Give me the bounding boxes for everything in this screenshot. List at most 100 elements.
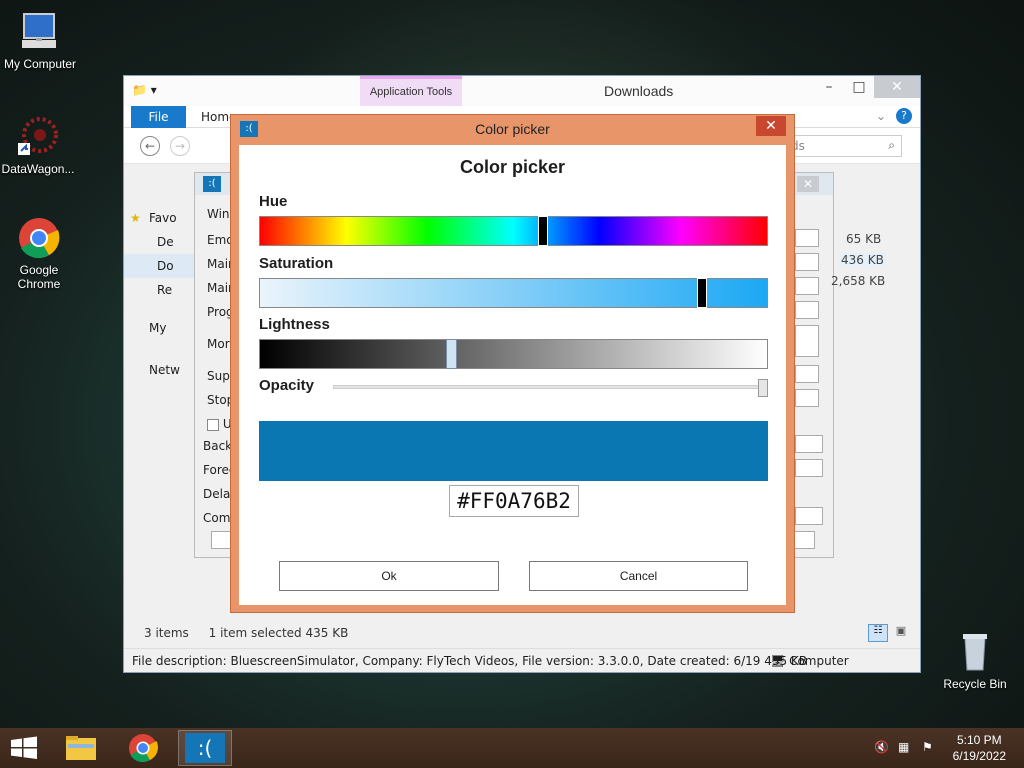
inner-checkbox-row[interactable]: U	[207, 417, 232, 431]
status-selection: 1 item selected 435 KB	[208, 626, 349, 640]
sidebar-label: Favo	[149, 211, 177, 225]
file-size: 2,658 KB	[831, 274, 886, 288]
tab-file[interactable]: File	[131, 106, 186, 128]
sidebar-item-recent[interactable]: Re	[124, 278, 194, 302]
windows-logo-icon	[11, 736, 37, 759]
inner-field[interactable]	[795, 435, 823, 453]
opacity-label: Opacity	[259, 377, 315, 394]
lightness-label: Lightness	[259, 316, 330, 333]
help-icon[interactable]: ?	[896, 108, 912, 124]
quick-access-icon[interactable]: 📁 ▾	[132, 83, 157, 97]
computer-icon	[18, 10, 62, 54]
star-icon: ★	[130, 211, 141, 225]
hue-label: Hue	[259, 193, 288, 210]
dialog-title: Color picker	[475, 121, 550, 137]
action-center-icon[interactable]: ⚑	[922, 740, 938, 756]
inner-close-icon[interactable]: ✕	[797, 176, 819, 192]
cancel-button[interactable]: Cancel	[529, 561, 748, 591]
checkbox[interactable]	[207, 418, 219, 431]
saturation-slider[interactable]	[259, 278, 768, 308]
inner-field[interactable]	[795, 365, 819, 383]
inner-field[interactable]	[795, 229, 819, 247]
close-icon[interactable]: ✕	[874, 76, 920, 98]
desktop-icon-my-computer[interactable]: My Computer	[0, 10, 80, 71]
sidebar-item-downloads[interactable]: Do	[124, 254, 194, 278]
desktop-icon-label: DataWagon...	[1, 162, 75, 176]
chrome-icon	[17, 216, 61, 260]
taskbar-bluescreen-simulator[interactable]: :(	[178, 730, 232, 766]
inner-field[interactable]	[795, 325, 819, 357]
clock-date: 6/19/2022	[952, 749, 1006, 763]
forward-icon[interactable]: →	[170, 136, 190, 156]
inner-field[interactable]	[795, 253, 819, 271]
explorer-title: Downloads	[604, 83, 674, 99]
explorer-titlebar: 📁 ▾ Application Tools Downloads – □ ✕	[124, 76, 920, 106]
chevron-down-icon[interactable]: ⌄	[876, 109, 886, 123]
taskbar-chrome[interactable]	[116, 730, 170, 766]
details-view-icon[interactable]: ☷	[868, 624, 888, 642]
datawagon-icon	[16, 115, 60, 159]
desktop-icon-google-chrome[interactable]: Google Chrome	[0, 216, 79, 291]
sidebar-label: De	[157, 235, 174, 249]
status-bar: 3 items 1 item selected 435 KB	[144, 626, 348, 640]
minimize-icon[interactable]: –	[814, 76, 844, 98]
system-clock[interactable]: 5:10 PM 6/19/2022	[953, 732, 1006, 764]
volume-muted-icon[interactable]: 🔇	[874, 740, 890, 756]
location-label: Computer	[789, 654, 849, 668]
desktop-icon-recycle-bin[interactable]: Recycle Bin	[935, 630, 1015, 691]
sidebar-label: My	[149, 321, 167, 335]
recycle-bin-icon	[953, 630, 997, 674]
app-logo-icon: :(	[203, 176, 221, 192]
sidebar-item-desktop[interactable]: De	[124, 230, 194, 254]
maximize-icon[interactable]: □	[844, 76, 874, 98]
sidebar-item-favorites[interactable]: ★ Favo	[124, 206, 194, 230]
opacity-slider[interactable]	[333, 385, 768, 389]
large-icons-view-icon[interactable]: ▣	[892, 624, 910, 642]
opacity-slider-thumb[interactable]	[758, 379, 768, 397]
saturation-slider-thumb[interactable]	[697, 278, 707, 308]
network-icon[interactable]: ▦	[898, 740, 914, 756]
chrome-icon	[129, 734, 159, 763]
search-icon: ⌕	[888, 138, 895, 152]
taskbar: :( 🔇 ▦ ⚑ 5:10 PM 6/19/2022	[0, 728, 1024, 768]
start-button[interactable]	[0, 730, 50, 766]
hue-slider[interactable]	[259, 216, 768, 246]
sidebar-label: Re	[157, 283, 173, 297]
inner-field[interactable]	[795, 301, 819, 319]
lightness-slider[interactable]	[259, 339, 768, 369]
sidebar-item-network[interactable]: Netw	[124, 358, 194, 382]
sidebar-item-computer[interactable]: My	[124, 316, 194, 340]
dialog-close-icon[interactable]: ✕	[756, 116, 786, 136]
navigation-pane: ★ Favo De Do Re My Netw	[124, 206, 194, 382]
lightness-slider-thumb[interactable]	[446, 339, 457, 369]
file-size: 436 KB	[839, 253, 886, 267]
ok-button[interactable]: Ok	[279, 561, 499, 591]
file-size: 65 KB	[846, 232, 882, 246]
dialog-titlebar: :( Color picker ✕	[231, 115, 794, 143]
color-preview	[259, 421, 768, 481]
inner-field[interactable]	[795, 459, 823, 477]
sidebar-label: Netw	[149, 363, 180, 377]
clock-time: 5:10 PM	[956, 733, 1002, 747]
folder-icon	[66, 736, 96, 760]
saturation-label: Saturation	[259, 255, 334, 272]
search-input[interactable]: ds ⌕	[784, 135, 902, 157]
status-item-count: 3 items	[144, 626, 189, 640]
desktop-icon-datawagon[interactable]: DataWagon...	[0, 115, 78, 176]
hex-value-input[interactable]: #FF0A76B2	[449, 485, 579, 517]
taskbar-file-explorer[interactable]	[54, 730, 108, 766]
color-picker-dialog: :( Color picker ✕ Color picker Hue Satur…	[230, 114, 795, 613]
computer-location: 🖥 Computer	[770, 654, 849, 668]
inner-field[interactable]	[795, 507, 823, 525]
hue-slider-thumb[interactable]	[538, 216, 548, 246]
details-bar: File description: BluescreenSimulator, C…	[124, 648, 920, 672]
file-details: File description: BluescreenSimulator, C…	[132, 654, 808, 668]
inner-field[interactable]	[795, 277, 819, 295]
app-logo-icon: :(	[185, 733, 225, 763]
tab-application-tools[interactable]: Application Tools	[360, 76, 462, 106]
back-icon[interactable]: ←	[140, 136, 160, 156]
desktop-icon-label: My Computer	[3, 57, 77, 71]
inner-field[interactable]	[795, 389, 819, 407]
desktop-icon-label: Recycle Bin	[943, 677, 1007, 691]
dialog-body: Color picker Hue Saturation Lightness Op…	[239, 145, 786, 605]
